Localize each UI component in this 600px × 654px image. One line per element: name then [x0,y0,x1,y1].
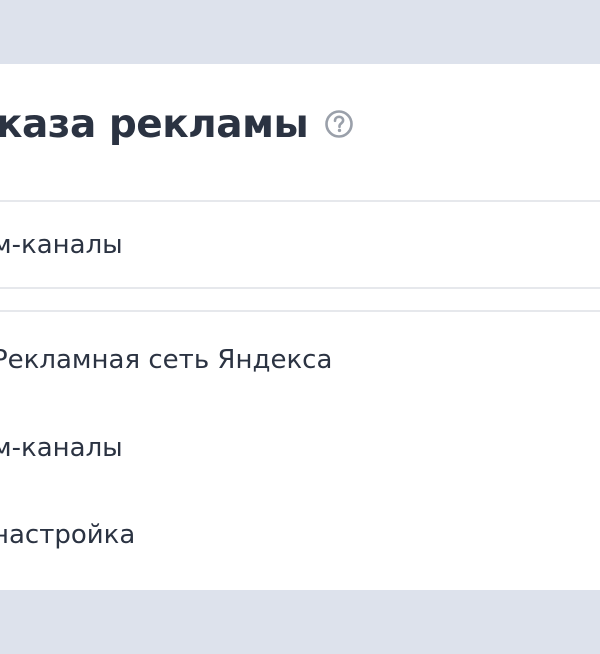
title-row: каза рекламы [0,94,354,154]
option-label: Рекламная сеть Яндекса [0,345,333,375]
divider-mid [0,287,600,289]
divider-list-top [0,310,600,312]
section-title: каза рекламы [0,101,309,147]
option-channels[interactable]: м-каналы [0,428,123,468]
selected-value[interactable]: м-каналы [0,225,123,265]
option-setup[interactable]: настройка [0,515,135,555]
question-circle-icon[interactable] [324,109,354,139]
selected-value-label: м-каналы [0,230,123,260]
option-yandex-ad-network[interactable]: Рекламная сеть Яндекса [0,340,332,380]
option-label: м-каналы [0,433,123,463]
divider-top [0,200,600,202]
option-label: настройка [0,520,136,550]
